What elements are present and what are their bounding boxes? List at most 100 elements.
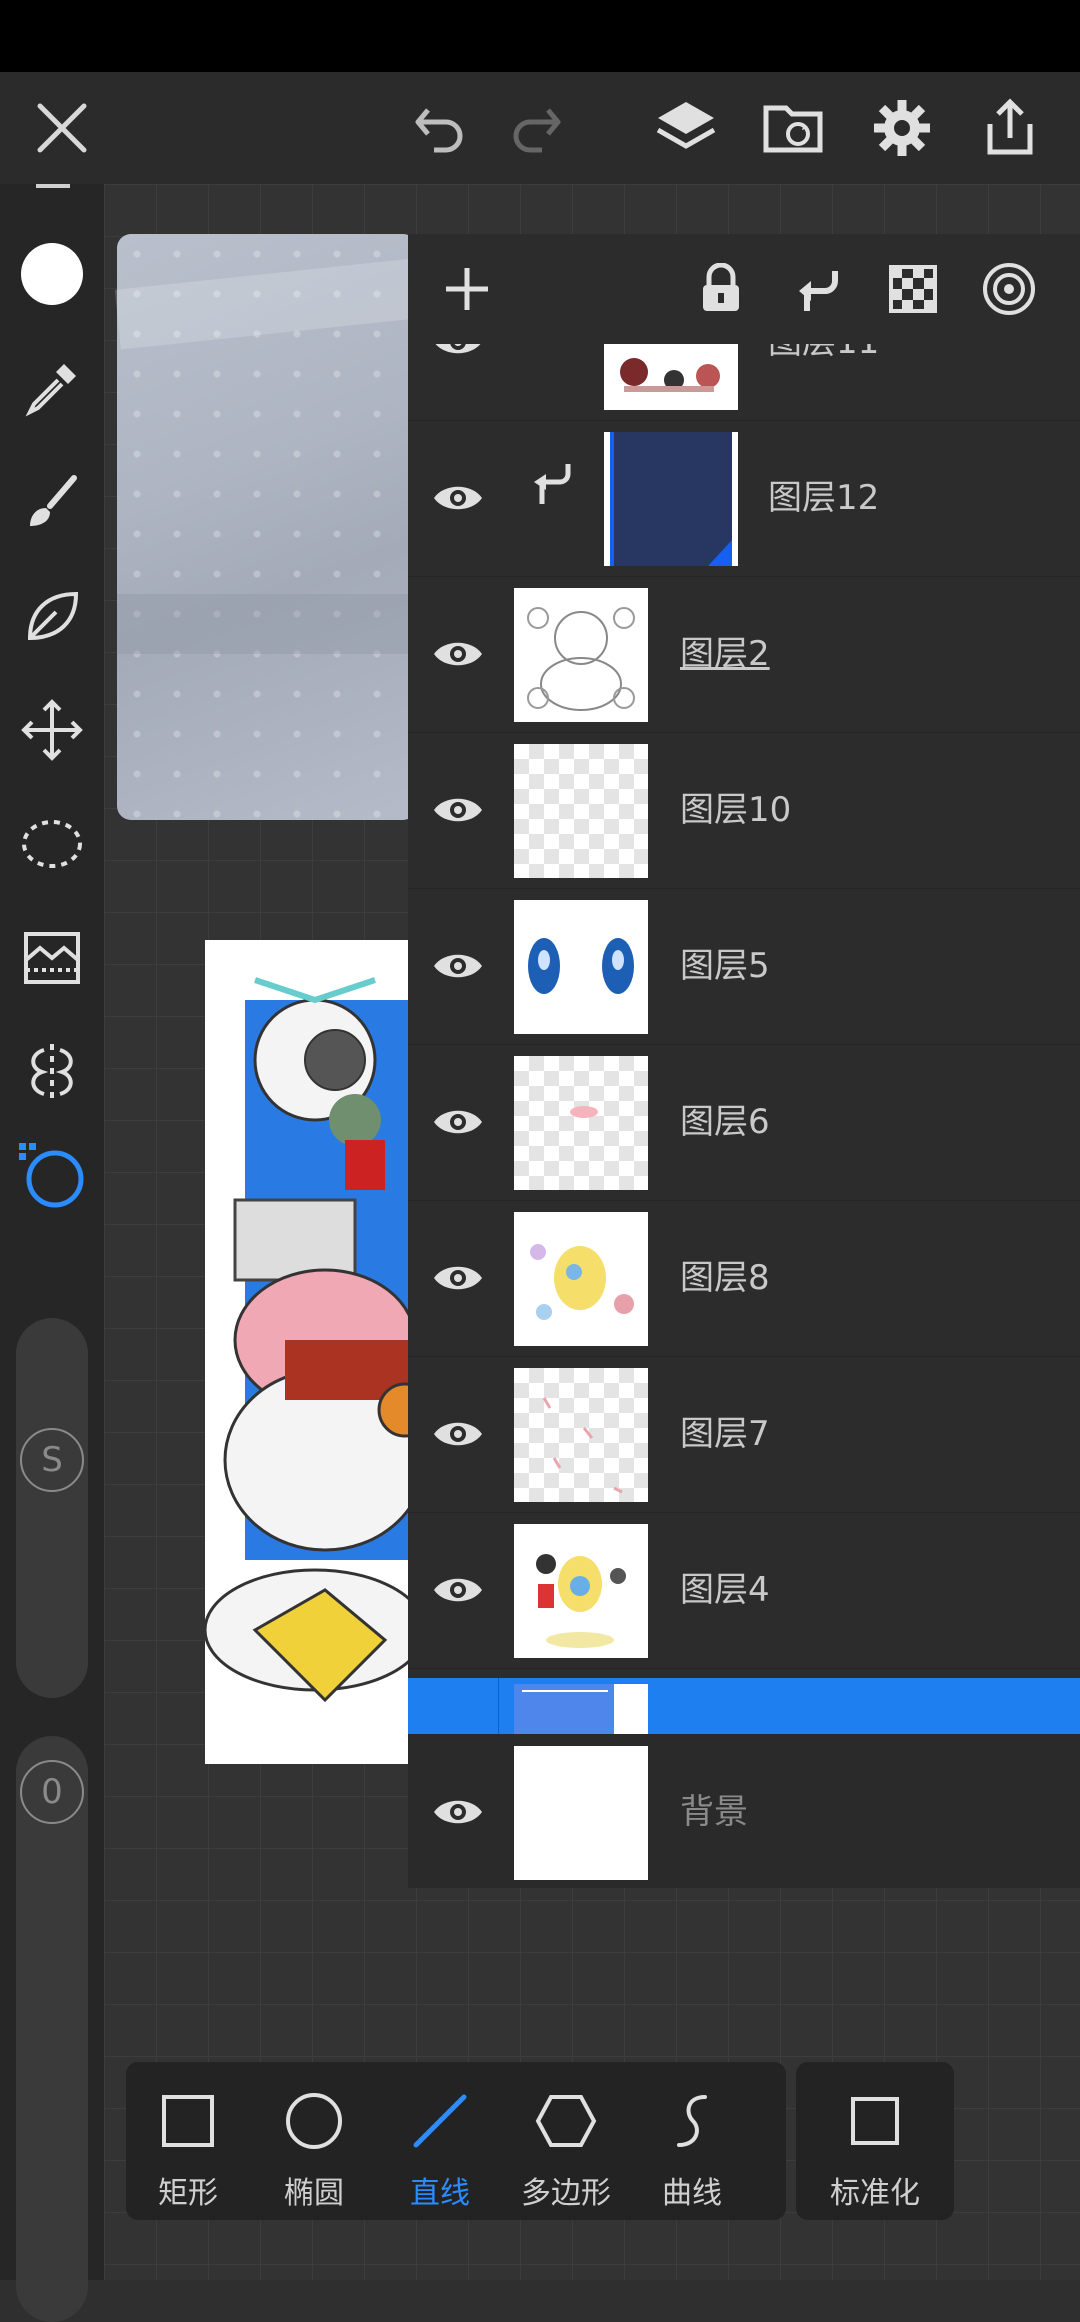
layer-name: 图层5	[680, 946, 770, 986]
layer-name: 图层7	[680, 1414, 770, 1454]
layer-thumbnail	[514, 1368, 648, 1502]
hexagon-icon	[531, 2086, 601, 2156]
layer-name: 图层2	[680, 634, 770, 674]
layer-name: 图层12	[768, 478, 880, 518]
layer-row[interactable]: 图层10	[408, 732, 1080, 889]
eye-icon[interactable]	[430, 1094, 486, 1150]
shape-toolbar: 矩形 椭圆 直线 多边形 曲线	[126, 2062, 786, 2220]
eye-icon[interactable]	[430, 626, 486, 682]
shape-label: 标准化	[830, 2176, 920, 2211]
layer-row[interactable]: 图层8	[408, 1200, 1080, 1357]
layer-thumbnail	[514, 1524, 648, 1658]
shape-label: 直线	[410, 2176, 470, 2211]
lasso-icon[interactable]	[12, 804, 92, 884]
artwork-canvas[interactable]	[205, 940, 425, 1764]
shape-label: 矩形	[158, 2176, 218, 2211]
opacity-label: 0	[20, 1760, 84, 1824]
brush-size-knob[interactable]: S	[16, 1424, 88, 1496]
opacity-knob[interactable]: 0	[16, 1756, 88, 1828]
eye-icon[interactable]	[430, 1250, 486, 1306]
layer-name: 图层8	[680, 1258, 770, 1298]
layer-thumbnail	[514, 1684, 648, 1734]
close-icon[interactable]	[22, 88, 102, 168]
brush-size-slider[interactable]	[16, 1318, 88, 1698]
brush-icon[interactable]	[12, 462, 92, 542]
layer-row[interactable]: 图层4	[408, 1512, 1080, 1669]
layer-row[interactable]: 图层2	[408, 576, 1080, 733]
move-icon[interactable]	[12, 690, 92, 770]
layers-toolbar	[408, 234, 1080, 344]
filter-adjust-icon[interactable]	[12, 918, 92, 998]
size-label: S	[20, 1428, 84, 1492]
layer-name: 图层4	[680, 1570, 770, 1610]
lock-icon[interactable]	[686, 254, 756, 324]
rail-handle	[36, 184, 70, 188]
layer-row[interactable]: 图层6	[408, 1044, 1080, 1201]
left-toolbar: S 0	[0, 184, 104, 2322]
eye-icon[interactable]	[430, 470, 486, 526]
undo-icon[interactable]	[400, 88, 480, 168]
eye-icon[interactable]	[430, 1562, 486, 1618]
layer-thumbnail	[514, 744, 648, 878]
eye-icon[interactable]	[430, 344, 486, 370]
eye-icon[interactable]	[430, 1784, 486, 1840]
layer-thumbnail	[514, 1056, 648, 1190]
layer-thumbnail	[514, 900, 648, 1034]
add-layer-icon[interactable]	[432, 254, 502, 324]
layers-icon[interactable]	[646, 88, 726, 168]
shape-circle-icon[interactable]	[12, 1134, 92, 1214]
square-icon	[840, 2086, 910, 2156]
status-bar	[0, 0, 1080, 72]
layer-name: 图层10	[680, 790, 792, 830]
shape-label: 椭圆	[284, 2176, 344, 2211]
gear-icon[interactable]	[862, 88, 942, 168]
ellipse-icon	[279, 2086, 349, 2156]
layer-thumbnail	[514, 1212, 648, 1346]
eye-icon[interactable]	[430, 782, 486, 838]
layer-thumbnail	[604, 344, 738, 410]
layer-row[interactable]: 背景	[408, 1734, 1080, 1888]
folder-sync-icon[interactable]	[754, 88, 834, 168]
redo-icon[interactable]	[496, 88, 576, 168]
eyedropper-icon[interactable]	[12, 348, 92, 428]
curve-shape-button[interactable]: 曲线	[630, 2062, 754, 2220]
normalize-button[interactable]: 标准化	[813, 2062, 937, 2220]
reference-image[interactable]	[114, 234, 420, 820]
clip-indicator-icon	[528, 460, 578, 510]
layer-name: 背景	[680, 1792, 748, 1832]
layer-name: 图层6	[680, 1102, 770, 1142]
eye-icon[interactable]	[430, 938, 486, 994]
shape-label: 多边形	[521, 2176, 611, 2211]
layers-panel: 图层11 图层12 图层2 图层10	[408, 234, 1080, 1888]
top-toolbar	[0, 72, 1080, 184]
rect-shape-button[interactable]: 矩形	[126, 2062, 250, 2220]
line-shape-button[interactable]: 直线	[378, 2062, 502, 2220]
layer-row[interactable]: 图层5	[408, 888, 1080, 1045]
color-swatch[interactable]	[12, 234, 92, 314]
eraser-leaf-icon[interactable]	[12, 576, 92, 656]
shape-label: 曲线	[662, 2176, 722, 2211]
selected-layer-row[interactable]	[408, 1678, 1080, 1734]
layer-thumbnail	[604, 432, 738, 566]
curve-icon	[657, 2086, 727, 2156]
layer-list[interactable]: 图层11 图层12 图层2 图层10	[408, 344, 1080, 1888]
symmetry-icon[interactable]	[12, 1032, 92, 1112]
alpha-checker-icon[interactable]	[878, 254, 948, 324]
layer-row[interactable]: 图层11	[408, 344, 1080, 421]
photo-band	[117, 594, 417, 654]
target-icon[interactable]	[974, 254, 1044, 324]
ellipse-shape-button[interactable]: 椭圆	[252, 2062, 376, 2220]
polygon-shape-button[interactable]: 多边形	[504, 2062, 628, 2220]
clip-icon[interactable]	[782, 254, 852, 324]
share-icon[interactable]	[970, 88, 1050, 168]
rectangle-icon	[153, 2086, 223, 2156]
eye-icon[interactable]	[430, 1406, 486, 1462]
layer-thumbnail	[514, 1746, 648, 1880]
line-icon	[405, 2086, 475, 2156]
layer-name: 图层11	[768, 344, 879, 364]
layer-thumbnail	[514, 588, 648, 722]
normalize-panel: 标准化	[796, 2062, 954, 2220]
layer-row[interactable]: 图层7	[408, 1356, 1080, 1513]
photo-band	[114, 258, 420, 350]
layer-row[interactable]: 图层12	[408, 420, 1080, 577]
